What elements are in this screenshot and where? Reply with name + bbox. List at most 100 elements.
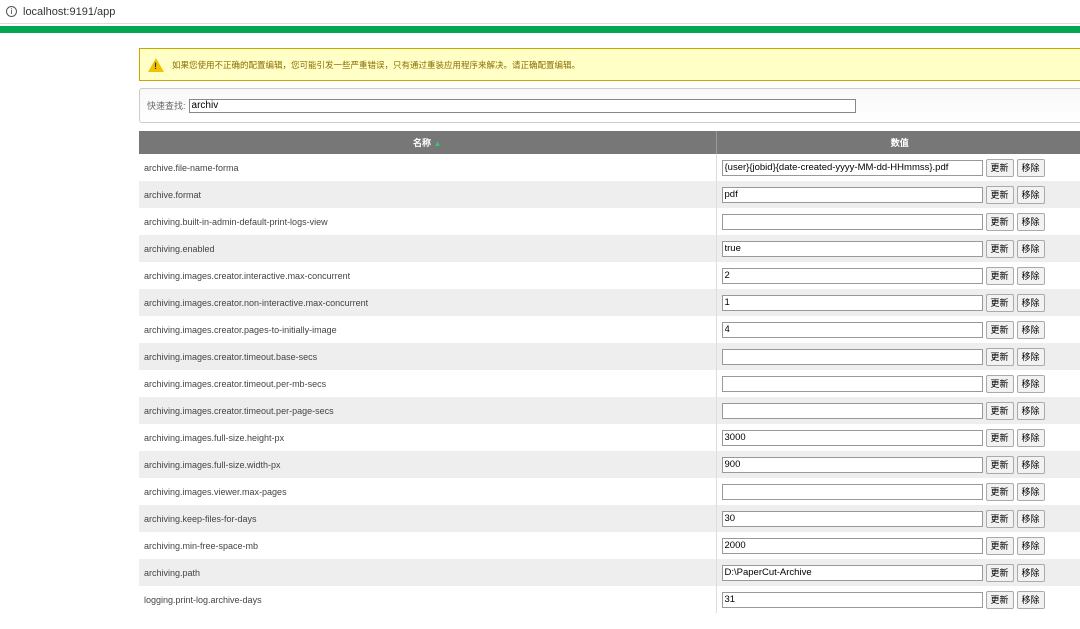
config-value-input[interactable]: [721, 591, 983, 608]
quick-find-panel: 快速查找:: [139, 88, 1080, 123]
update-button[interactable]: 更新: [985, 374, 1014, 393]
remove-button[interactable]: 移除: [1016, 293, 1045, 312]
table-row: archiving.keep-files-for-days 更新移除: [139, 505, 1080, 532]
update-button[interactable]: 更新: [985, 428, 1014, 447]
remove-button[interactable]: 移除: [1016, 212, 1045, 231]
update-button[interactable]: 更新: [985, 347, 1014, 366]
remove-button[interactable]: 移除: [1016, 158, 1045, 177]
column-header-value[interactable]: 数值: [716, 131, 1080, 154]
config-value-input[interactable]: [721, 240, 983, 257]
update-button[interactable]: 更新: [985, 509, 1014, 528]
table-row: archiving.images.full-size.width-px 更新移除: [139, 451, 1080, 478]
config-name: archiving.images.creator.timeout.base-se…: [139, 343, 717, 370]
update-button[interactable]: 更新: [985, 590, 1014, 609]
table-row: archiving.built-in-admin-default-print-l…: [139, 208, 1080, 235]
table-row: archiving.images.creator.pages-to-initia…: [139, 316, 1080, 343]
update-button[interactable]: 更新: [985, 320, 1014, 339]
config-value-input[interactable]: [721, 267, 983, 284]
config-name: archiving.images.viewer.max-pages: [139, 478, 717, 505]
config-value-cell: 更新移除: [716, 478, 1080, 505]
table-row: archive.file-name-forma 更新移除: [139, 154, 1080, 181]
table-row: archiving.path 更新移除: [139, 559, 1080, 586]
remove-button[interactable]: 移除: [1016, 185, 1045, 204]
update-button[interactable]: 更新: [985, 455, 1014, 474]
address-bar[interactable]: i localhost:9191/app: [0, 0, 1080, 24]
config-value-input[interactable]: [721, 375, 983, 392]
url-text[interactable]: localhost:9191/app: [23, 6, 115, 18]
config-value-cell: 更新移除: [716, 559, 1080, 586]
config-name: logging.print-log.archive-days: [139, 586, 717, 613]
config-value-input[interactable]: [721, 564, 983, 581]
remove-button[interactable]: 移除: [1016, 590, 1045, 609]
remove-button[interactable]: 移除: [1016, 266, 1045, 285]
remove-button[interactable]: 移除: [1016, 401, 1045, 420]
config-value-input[interactable]: [721, 321, 983, 338]
update-button[interactable]: 更新: [985, 293, 1014, 312]
remove-button[interactable]: 移除: [1016, 239, 1045, 258]
config-value-input[interactable]: [721, 537, 983, 554]
info-icon[interactable]: i: [6, 6, 17, 17]
config-name: archive.file-name-forma: [139, 154, 717, 181]
table-row: logging.print-log.archive-days 更新移除: [139, 586, 1080, 613]
table-row: archiving.images.creator.timeout.per-mb-…: [139, 370, 1080, 397]
config-value-input[interactable]: [721, 159, 983, 176]
config-value-input[interactable]: [721, 186, 983, 203]
remove-button[interactable]: 移除: [1016, 428, 1045, 447]
quick-find-input[interactable]: [188, 98, 856, 113]
table-row: archiving.images.full-size.height-px 更新移…: [139, 424, 1080, 451]
update-button[interactable]: 更新: [985, 401, 1014, 420]
update-button[interactable]: 更新: [985, 563, 1014, 582]
config-value-input[interactable]: [721, 483, 983, 500]
config-value-cell: 更新移除: [716, 505, 1080, 532]
config-value-cell: 更新移除: [716, 397, 1080, 424]
warning-text: 如果您使用不正确的配置编辑，您可能引发一些严重错误，只有通过重装应用程序来解决。…: [172, 59, 581, 70]
config-value-input[interactable]: [721, 402, 983, 419]
update-button[interactable]: 更新: [985, 536, 1014, 555]
update-button[interactable]: 更新: [985, 185, 1014, 204]
sort-asc-icon: ▲: [433, 139, 442, 148]
config-value-cell: 更新移除: [716, 154, 1080, 181]
update-button[interactable]: 更新: [985, 239, 1014, 258]
config-name: archiving.images.full-size.height-px: [139, 424, 717, 451]
remove-button[interactable]: 移除: [1016, 455, 1045, 474]
config-value-cell: 更新移除: [716, 208, 1080, 235]
remove-button[interactable]: 移除: [1016, 347, 1045, 366]
table-row: archiving.images.viewer.max-pages 更新 移除: [139, 478, 1080, 505]
config-value-cell: 更新移除: [716, 532, 1080, 559]
table-row: archiving.images.creator.interactive.max…: [139, 262, 1080, 289]
warning-icon: !: [148, 57, 164, 72]
config-value-cell: 更新移除: [716, 586, 1080, 613]
config-value-cell: 更新移除: [716, 235, 1080, 262]
table-row: archive.format 更新移除: [139, 181, 1080, 208]
remove-button[interactable]: 移除: [1016, 536, 1045, 555]
remove-button[interactable]: 移除: [1016, 320, 1045, 339]
config-value-input[interactable]: [721, 213, 983, 230]
config-name: archiving.min-free-space-mb: [139, 532, 717, 559]
config-value-input[interactable]: [721, 429, 983, 446]
config-name: archiving.images.creator.timeout.per-mb-…: [139, 370, 717, 397]
config-name: archive.format: [139, 181, 717, 208]
table-row: archiving.images.creator.non-interactive…: [139, 289, 1080, 316]
config-value-input[interactable]: [721, 456, 983, 473]
remove-button[interactable]: 移除: [1016, 563, 1045, 582]
config-value-input[interactable]: [721, 348, 983, 365]
header-bar: [0, 26, 1080, 33]
update-button[interactable]: 更新: [985, 212, 1014, 231]
config-table: 名称 ▲ 数值 archive.file-name-forma 更新移除arch…: [139, 131, 1080, 613]
config-name: archiving.enabled: [139, 235, 717, 262]
config-name: archiving.path: [139, 559, 717, 586]
config-name: archiving.images.creator.timeout.per-pag…: [139, 397, 717, 424]
config-value-input[interactable]: [721, 510, 983, 527]
column-header-name[interactable]: 名称 ▲: [139, 131, 717, 154]
table-row: archiving.min-free-space-mb 更新移除: [139, 532, 1080, 559]
remove-button[interactable]: 移除: [1016, 509, 1045, 528]
update-button[interactable]: 更新: [985, 158, 1014, 177]
remove-button[interactable]: 移除: [1016, 374, 1045, 393]
config-value-input[interactable]: [721, 294, 983, 311]
remove-button[interactable]: 移除: [1016, 482, 1045, 501]
config-value-cell: 更新移除: [716, 181, 1080, 208]
update-button[interactable]: 更新: [985, 482, 1014, 501]
config-value-cell: 更新移除: [716, 316, 1080, 343]
config-value-cell: 更新移除: [716, 370, 1080, 397]
update-button[interactable]: 更新: [985, 266, 1014, 285]
